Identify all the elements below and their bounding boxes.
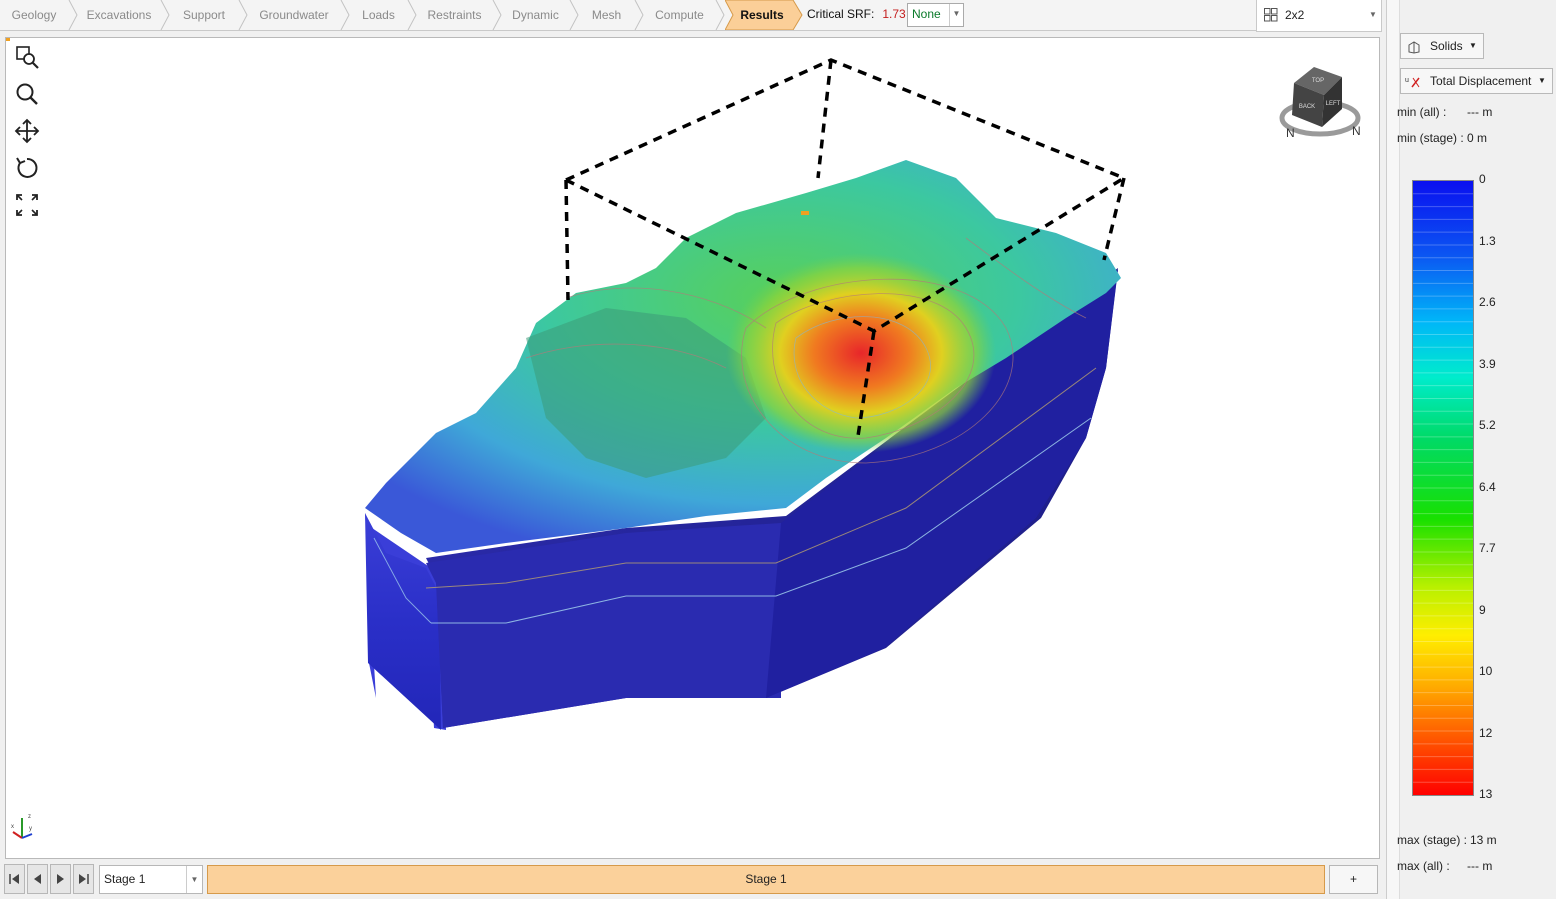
tab-groundwater[interactable]: Groundwater xyxy=(248,0,350,30)
skip-last-icon xyxy=(79,874,89,884)
legend-tick-label: 3.9 xyxy=(1479,356,1496,371)
view-cube-left-label: LEFT xyxy=(1326,101,1341,107)
tab-restraints[interactable]: Restraints xyxy=(417,0,502,30)
max-all-label: max (all) : xyxy=(1397,859,1450,873)
solids-icon xyxy=(1408,41,1420,54)
grid-layout-icon xyxy=(1264,8,1278,22)
legend-tick-label: 0 xyxy=(1479,172,1486,186)
min-all-value: --- m xyxy=(1467,105,1493,119)
last-stage-button[interactable] xyxy=(73,864,94,894)
chevron-separator-icon xyxy=(407,0,417,30)
displacement-icon: u xyxy=(1405,77,1420,88)
chevron-separator-icon xyxy=(160,0,170,30)
stage-tab[interactable]: Stage 1 xyxy=(207,865,1325,894)
layout-selector[interactable]: 2x2 ▼ xyxy=(1256,0,1382,32)
srf-dropdown[interactable]: None ▼ xyxy=(907,3,964,27)
result-type-dropdown[interactable]: u Total Displacement ▼ xyxy=(1400,68,1553,94)
max-stage-value: 13 m xyxy=(1470,833,1497,847)
chevron-separator-icon xyxy=(492,0,502,30)
critical-srf-value: 1.73 xyxy=(882,7,906,21)
legend-tick-label: 2.6 xyxy=(1479,295,1496,309)
legend-tick-label: 13 xyxy=(1479,787,1493,801)
tab-mesh[interactable]: Mesh xyxy=(579,0,644,30)
tab-dynamic[interactable]: Dynamic xyxy=(502,0,579,30)
orange-point-marker xyxy=(801,211,809,215)
compass-n-right: N xyxy=(1352,124,1361,138)
min-all-label: min (all) : xyxy=(1397,105,1447,119)
legend-band-lines xyxy=(1413,193,1473,783)
view-cube-back-label: BACK xyxy=(1299,104,1315,110)
chevron-separator-icon xyxy=(634,0,644,30)
svg-text:u: u xyxy=(1405,77,1409,84)
chevron-separator-icon xyxy=(715,0,725,30)
tab-results[interactable]: Results xyxy=(725,0,803,30)
axis-x-label: x xyxy=(11,824,14,830)
chevron-separator-icon xyxy=(569,0,579,30)
tab-geology[interactable]: Geology xyxy=(0,0,78,30)
chevron-down-icon: ▼ xyxy=(186,866,202,893)
add-stage-button[interactable]: + xyxy=(1329,865,1378,894)
result-type-label: Total Displacement xyxy=(1430,74,1532,88)
axis-z-label: z xyxy=(28,814,31,820)
chevron-separator-icon xyxy=(238,0,248,30)
tab-loads[interactable]: Loads xyxy=(350,0,417,30)
critical-srf-label: Critical SRF: xyxy=(807,7,875,21)
tab-excavations[interactable]: Excavations xyxy=(78,0,170,30)
color-legend-bar xyxy=(1412,180,1474,796)
axis-y-label: y xyxy=(29,826,32,832)
next-stage-button[interactable] xyxy=(50,864,71,894)
chevron-down-icon: ▼ xyxy=(1369,10,1377,19)
chevron-separator-icon xyxy=(68,0,78,30)
chevron-down-icon: ▼ xyxy=(1469,41,1477,50)
srf-dropdown-value: None xyxy=(912,7,941,21)
stage-tab-label: Stage 1 xyxy=(745,872,787,886)
previous-stage-button[interactable] xyxy=(27,864,48,894)
tab-compute[interactable]: Compute xyxy=(644,0,725,30)
max-all-value: --- m xyxy=(1467,859,1493,873)
axis-triad-icon: z x y xyxy=(11,814,33,839)
next-icon xyxy=(57,874,64,884)
legend-tick-label: 12 xyxy=(1479,725,1493,740)
legend-tick-label: 1.3 xyxy=(1479,233,1496,248)
legend-tick-label: 6.4 xyxy=(1479,479,1496,494)
solids-dropdown[interactable]: Solids ▼ xyxy=(1400,33,1484,59)
stage-select[interactable]: Stage 1 ▼ xyxy=(99,865,203,894)
chevron-separator-icon xyxy=(340,0,350,30)
critical-srf: Critical SRF: 1.73 xyxy=(807,0,906,30)
view-cube-top-label: TOP xyxy=(1312,78,1324,84)
compass-n-left: N xyxy=(1286,126,1295,140)
add-stage-label: + xyxy=(1349,872,1357,886)
solids-label: Solids xyxy=(1430,39,1463,53)
legend-tick-label: 9 xyxy=(1479,602,1486,617)
workflow-bar: Geology Excavations Support Groundwater … xyxy=(0,0,1256,31)
view-cube[interactable]: TOP BACK LEFT N N xyxy=(1274,63,1366,145)
slope-model-3d[interactable] xyxy=(6,38,1379,858)
layout-value: 2x2 xyxy=(1285,8,1305,22)
legend-tick-label: 5.2 xyxy=(1479,418,1496,432)
model-viewport[interactable]: TOP BACK LEFT N N z x y xyxy=(5,37,1380,859)
min-stage-value: 0 m xyxy=(1467,131,1488,145)
legend-tick-label: 7.7 xyxy=(1479,541,1496,555)
stage-select-value: Stage 1 xyxy=(104,872,146,886)
previous-icon xyxy=(34,874,41,884)
skip-first-icon xyxy=(9,874,19,884)
chevron-down-icon: ▼ xyxy=(949,4,963,26)
max-stage-label: max (stage) : xyxy=(1397,833,1468,847)
min-stage-label: min (stage) : xyxy=(1397,131,1464,145)
first-stage-button[interactable] xyxy=(4,864,25,894)
chevron-down-icon: ▼ xyxy=(1538,76,1546,85)
tab-support[interactable]: Support xyxy=(170,0,248,30)
legend-tick-label: 10 xyxy=(1479,664,1493,678)
